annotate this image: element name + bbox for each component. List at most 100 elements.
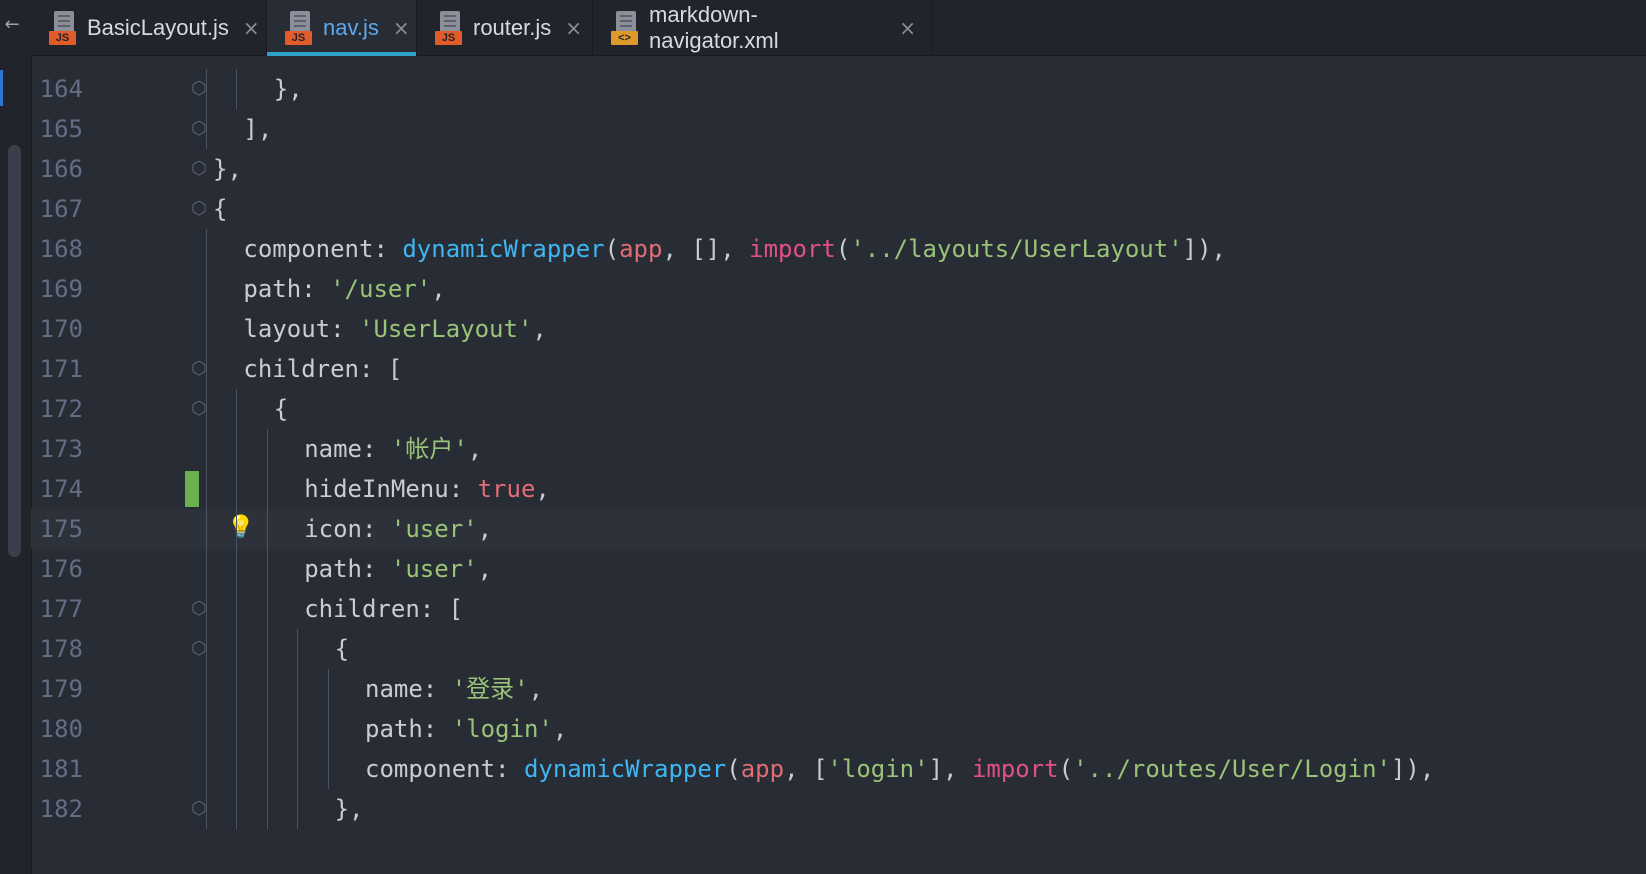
tab-label: markdown-navigator.xml bbox=[649, 1, 779, 53]
code-line[interactable]: 165 ⬡], bbox=[31, 109, 1646, 149]
code-token-punct: , bbox=[535, 475, 550, 503]
code-token-key: name bbox=[365, 675, 423, 703]
close-icon[interactable]: × bbox=[565, 16, 582, 40]
code-token-punct: : [ bbox=[419, 595, 464, 623]
indent-guide bbox=[236, 549, 238, 589]
editor-gutter bbox=[83, 309, 203, 349]
code-token-key: component bbox=[365, 755, 496, 783]
code-line[interactable]: 180 path: 'login', bbox=[31, 709, 1646, 749]
indent-guide bbox=[327, 709, 329, 749]
code-line[interactable]: 176 path: 'user', bbox=[31, 549, 1646, 589]
line-number: 181 bbox=[39, 755, 83, 783]
close-icon[interactable]: × bbox=[393, 16, 410, 40]
tab-markdown-navigator-xml[interactable]: <> markdown-navigator.xml × bbox=[593, 0, 933, 55]
indent-guide bbox=[206, 269, 207, 309]
indent-guide bbox=[266, 589, 268, 629]
indent-guide bbox=[206, 629, 207, 669]
code-token-str: '帐户' bbox=[390, 435, 468, 463]
code-token-punct: ( bbox=[1058, 755, 1074, 783]
back-arrow-icon[interactable]: ← bbox=[0, 14, 24, 35]
code-token-str: 'login' bbox=[451, 715, 553, 743]
editor-gutter: ⬡ bbox=[83, 789, 207, 829]
code-line[interactable]: 181 component: dynamicWrapper(app, ['logi… bbox=[31, 749, 1646, 789]
code-line[interactable]: 177 ⬡ children: [ bbox=[31, 589, 1646, 629]
file-page-icon bbox=[616, 10, 636, 33]
code-token-var: app bbox=[619, 235, 663, 263]
code-line[interactable]: 173 name: '帐户', bbox=[31, 429, 1646, 469]
code-token-punct: : bbox=[361, 435, 391, 463]
line-number: 168 bbox=[39, 235, 83, 263]
code-token-str: '登录' bbox=[451, 675, 529, 703]
code-token-key: path bbox=[365, 715, 423, 743]
code-text: icon: 'user', bbox=[203, 509, 492, 549]
indent-guide bbox=[327, 749, 329, 789]
code-line[interactable]: 169 path: '/user', bbox=[31, 269, 1646, 309]
tab-router-js[interactable]: JS router.js × bbox=[417, 0, 593, 55]
indent-guide bbox=[206, 549, 207, 589]
indent-guide bbox=[206, 789, 207, 829]
code-token-key: layout bbox=[243, 315, 331, 343]
close-icon[interactable]: × bbox=[899, 16, 916, 40]
indent-guide bbox=[297, 669, 299, 709]
indent-guide bbox=[266, 509, 268, 549]
tab-label: router.js bbox=[473, 14, 552, 40]
code-line[interactable]: 166 ⬡}, bbox=[31, 149, 1646, 189]
code-line[interactable]: 170 layout: 'UserLayout', bbox=[31, 309, 1646, 349]
close-icon[interactable]: × bbox=[243, 16, 260, 40]
line-number: 179 bbox=[39, 675, 83, 703]
indent-guide bbox=[297, 749, 299, 789]
code-token-punct: : bbox=[448, 475, 478, 503]
indent-guide bbox=[266, 469, 268, 509]
vertical-scrollbar[interactable] bbox=[8, 145, 21, 557]
code-line[interactable]: 172 ⬡ { bbox=[31, 389, 1646, 429]
code-text: { bbox=[203, 189, 227, 229]
code-text: }, bbox=[203, 789, 364, 829]
code-line[interactable]: 168 component: dynamicWrapper(app, [], im… bbox=[31, 229, 1646, 269]
code-token-key: hideInMenu bbox=[304, 475, 449, 503]
editor-gutter: ⬡ bbox=[83, 629, 207, 669]
code-line[interactable]: 182 ⬡}, bbox=[31, 789, 1646, 829]
editor-tab-bar: JS BasicLayout.js × JS nav.js × JS router.js × <>… bbox=[31, 0, 1646, 56]
code-token-bool: true bbox=[477, 475, 536, 503]
code-token-punct: : bbox=[361, 555, 391, 583]
code-text: component: dynamicWrapper(app, [], impor… bbox=[203, 229, 1226, 269]
code-line[interactable]: 167 ⬡{ bbox=[31, 189, 1646, 229]
line-number: 175 bbox=[39, 515, 83, 543]
editor-gutter: ⬡ bbox=[83, 149, 207, 189]
code-line[interactable]: 179 name: '登录', bbox=[31, 669, 1646, 709]
code-token-fn: dynamicWrapper bbox=[402, 235, 605, 263]
tab-nav-js[interactable]: JS nav.js × bbox=[267, 0, 417, 56]
editor-gutter bbox=[83, 469, 203, 509]
code-text: children: [ bbox=[203, 589, 463, 629]
file-type-badge: JS bbox=[49, 30, 76, 45]
indent-guide bbox=[206, 509, 207, 549]
code-token-punct: ( bbox=[835, 235, 851, 263]
file-type-icon: JS bbox=[285, 10, 315, 45]
code-token-punct: : [ bbox=[358, 355, 403, 383]
code-line[interactable]: 164 ⬡}, bbox=[31, 69, 1646, 109]
code-text: ], bbox=[203, 109, 272, 149]
code-line[interactable]: 178 ⬡ { bbox=[31, 629, 1646, 669]
line-number: 166 bbox=[39, 155, 83, 183]
change-marker[interactable] bbox=[185, 471, 199, 507]
line-number: 174 bbox=[39, 475, 83, 503]
code-line[interactable]: 171 ⬡ children: [ bbox=[31, 349, 1646, 389]
code-token-key: path bbox=[243, 275, 302, 303]
code-line[interactable]: 175 💡 icon: 'user', bbox=[31, 509, 1646, 549]
code-line[interactable]: 174 hideInMenu: true, bbox=[31, 469, 1646, 509]
code-editor[interactable]: 164 ⬡}, 165 ⬡], 166 ⬡}, 167 ⬡{168 component: dyn… bbox=[31, 56, 1646, 874]
code-token-punct: : bbox=[330, 315, 359, 343]
tab-basiclayout-js[interactable]: JS BasicLayout.js × bbox=[31, 0, 267, 55]
active-tool-marker bbox=[0, 70, 3, 106]
code-token-kw: import bbox=[971, 755, 1059, 783]
code-token-punct: ]), bbox=[1182, 235, 1227, 263]
code-token-key: component bbox=[243, 235, 374, 263]
file-type-badge: <> bbox=[611, 30, 638, 45]
code-token-punct: , [], bbox=[662, 235, 750, 263]
indent-guide bbox=[266, 789, 268, 829]
line-number: 167 bbox=[39, 195, 83, 223]
indent-guide bbox=[236, 509, 238, 549]
editor-gutter: ⬡ bbox=[83, 109, 207, 149]
code-token-punct: ], bbox=[928, 755, 972, 783]
code-token-punct: ( bbox=[726, 755, 741, 783]
